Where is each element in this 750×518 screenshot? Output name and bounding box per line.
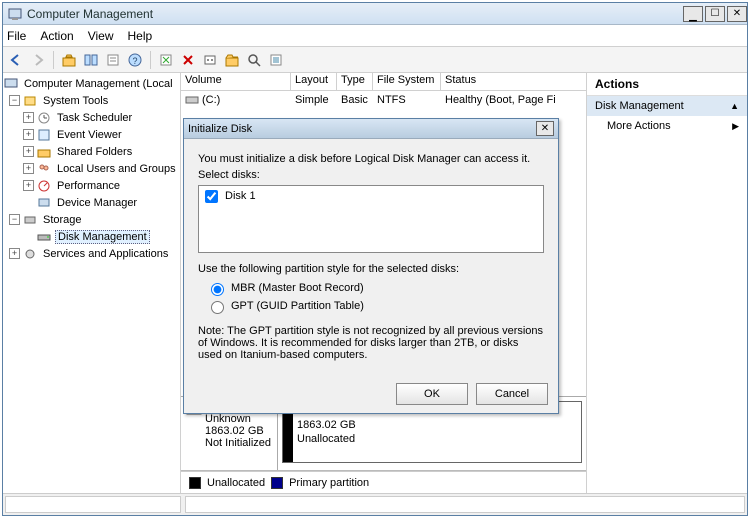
list-icon[interactable]	[267, 51, 285, 69]
action-more[interactable]: More Actions ▶	[587, 116, 747, 136]
delete-icon[interactable]	[179, 51, 197, 69]
storage-icon	[22, 213, 38, 227]
expand-icon[interactable]: +	[23, 112, 34, 123]
expand-icon[interactable]: +	[23, 146, 34, 157]
actions-header: Actions	[587, 73, 747, 96]
expand-icon[interactable]: +	[23, 180, 34, 191]
users-icon	[36, 162, 52, 176]
volume-list-header: Volume Layout Type File System Status	[181, 73, 586, 91]
collapse-icon[interactable]: −	[9, 214, 20, 225]
dialog-title-text: Initialize Disk	[188, 123, 534, 135]
tools-icon	[22, 94, 38, 108]
tree-services[interactable]: + Services and Applications	[3, 245, 180, 262]
tree-shared-folders[interactable]: + Shared Folders	[3, 143, 180, 160]
col-status[interactable]: Status	[441, 73, 586, 90]
tree-storage[interactable]: − Storage	[3, 211, 180, 228]
menu-view[interactable]: View	[88, 29, 114, 43]
menu-help[interactable]: Help	[128, 29, 153, 43]
expand-icon[interactable]: +	[9, 248, 20, 259]
initialize-disk-dialog: Initialize Disk ✕ You must initialize a …	[183, 118, 559, 414]
dialog-note-text: Note: The GPT partition style is not rec…	[198, 325, 544, 361]
computer-icon	[3, 77, 19, 91]
show-hide-icon[interactable]	[82, 51, 100, 69]
expand-icon[interactable]: +	[23, 163, 34, 174]
tree-local-users[interactable]: + Local Users and Groups	[3, 160, 180, 177]
radio-gpt[interactable]: GPT (GUID Partition Table)	[206, 297, 544, 315]
device-icon	[36, 196, 52, 210]
statusbar	[3, 493, 747, 515]
performance-icon	[36, 179, 52, 193]
drive-icon	[185, 94, 199, 106]
menu-action[interactable]: Action	[40, 29, 73, 43]
col-layout[interactable]: Layout	[291, 73, 337, 90]
clock-icon	[36, 111, 52, 125]
tree-root[interactable]: Computer Management (Local	[3, 75, 180, 92]
action-disk-management[interactable]: Disk Management ▲	[587, 96, 747, 116]
maximize-button[interactable]: ☐	[705, 6, 725, 22]
disk-icon	[36, 230, 52, 244]
svg-text:?: ?	[132, 56, 137, 66]
back-icon[interactable]	[7, 51, 25, 69]
disk-listbox[interactable]: Disk 1	[198, 185, 544, 253]
col-type[interactable]: Type	[337, 73, 373, 90]
col-filesystem[interactable]: File System	[373, 73, 441, 90]
separator	[53, 51, 54, 69]
forward-icon[interactable]	[29, 51, 47, 69]
dialog-intro-text: You must initialize a disk before Logica…	[198, 153, 544, 165]
cancel-button[interactable]: Cancel	[476, 383, 548, 405]
tree-disk-management[interactable]: Disk Management	[3, 228, 180, 245]
app-icon	[7, 6, 23, 22]
separator	[150, 51, 151, 69]
nav-tree[interactable]: Computer Management (Local − System Tool…	[3, 73, 181, 493]
col-volume[interactable]: Volume	[181, 73, 291, 90]
event-icon	[36, 128, 52, 142]
properties-icon[interactable]	[104, 51, 122, 69]
search-icon[interactable]	[245, 51, 263, 69]
settings-icon[interactable]	[201, 51, 219, 69]
status-cell-2	[185, 496, 745, 513]
explorer-icon[interactable]	[223, 51, 241, 69]
titlebar: Computer Management ▁ ☐ ✕	[3, 3, 747, 25]
chevron-right-icon: ▶	[732, 121, 739, 132]
legend: Unallocated Primary partition	[181, 471, 586, 493]
up-icon[interactable]	[60, 51, 78, 69]
chevron-up-icon: ▲	[730, 101, 739, 111]
services-icon	[22, 247, 38, 261]
dialog-titlebar: Initialize Disk ✕	[184, 119, 558, 139]
dialog-select-label: Select disks:	[198, 169, 544, 181]
help-icon[interactable]: ?	[126, 51, 144, 69]
volume-row-c[interactable]: (C:) Simple Basic NTFS Healthy (Boot, Pa…	[181, 91, 586, 109]
minimize-button[interactable]: ▁	[683, 6, 703, 22]
dialog-body: You must initialize a disk before Logica…	[184, 139, 558, 375]
window-controls: ▁ ☐ ✕	[681, 6, 747, 22]
tree-performance[interactable]: + Performance	[3, 177, 180, 194]
dialog-buttons: OK Cancel	[184, 375, 558, 413]
folder-icon	[36, 145, 52, 159]
tree-event-viewer[interactable]: + Event Viewer	[3, 126, 180, 143]
partition-style-radios: MBR (Master Boot Record) GPT (GUID Parti…	[198, 279, 544, 315]
tree-device-manager[interactable]: Device Manager	[3, 194, 180, 211]
tree-system-tools[interactable]: − System Tools	[3, 92, 180, 109]
ok-button[interactable]: OK	[396, 383, 468, 405]
collapse-icon[interactable]: −	[9, 95, 20, 106]
actions-pane: Actions Disk Management ▲ More Actions ▶	[587, 73, 747, 493]
disk-checkbox-1[interactable]: Disk 1	[201, 188, 541, 204]
dialog-close-button[interactable]: ✕	[536, 121, 554, 136]
partition-style-label: Use the following partition style for th…	[198, 263, 544, 275]
tree-task-scheduler[interactable]: + Task Scheduler	[3, 109, 180, 126]
menubar: File Action View Help	[3, 25, 747, 47]
menu-file[interactable]: File	[7, 29, 26, 43]
toolbar: ?	[3, 47, 747, 73]
window-title: Computer Management	[27, 7, 681, 21]
radio-mbr[interactable]: MBR (Master Boot Record)	[206, 279, 544, 297]
status-cell-1	[5, 496, 181, 513]
swatch-primary	[271, 477, 283, 489]
refresh-icon[interactable]	[157, 51, 175, 69]
swatch-unallocated	[189, 477, 201, 489]
expand-icon[interactable]: +	[23, 129, 34, 140]
disk1-checkbox[interactable]	[205, 190, 218, 203]
close-button[interactable]: ✕	[727, 6, 747, 22]
